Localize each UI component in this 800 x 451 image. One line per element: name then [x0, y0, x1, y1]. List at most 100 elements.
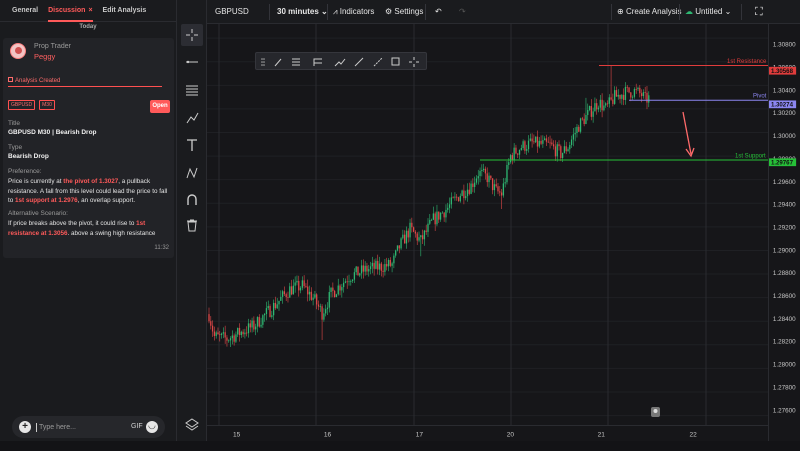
- candle-body: [312, 297, 314, 300]
- candle-body: [348, 281, 350, 283]
- candle-body: [572, 134, 575, 140]
- pencil-icon[interactable]: [274, 58, 282, 67]
- preference-text-1: Price is currently at: [8, 178, 64, 185]
- candle-body: [533, 141, 535, 143]
- layers-icon[interactable]: [181, 413, 203, 435]
- message-input[interactable]: Type here...: [36, 423, 76, 432]
- candle-body: [439, 213, 442, 220]
- candle-body: [513, 147, 515, 160]
- drawing-toolbar-icons[interactable]: [256, 53, 428, 71]
- document-dropdown[interactable]: ☁ Untitled ⌄: [685, 0, 731, 24]
- channel-icon[interactable]: [313, 58, 322, 66]
- brush-tool-icon[interactable]: [181, 107, 203, 129]
- candle-body: [278, 300, 280, 305]
- candle-body: [263, 313, 266, 316]
- interval-label: 30 minutes: [277, 7, 319, 16]
- emoji-icon[interactable]: [146, 420, 158, 433]
- idea-icon[interactable]: [651, 407, 660, 417]
- user-name[interactable]: Peggy: [34, 52, 55, 61]
- candle-body: [475, 178, 478, 183]
- candle-body: [585, 115, 587, 125]
- redo-icon[interactable]: ↷: [459, 0, 466, 24]
- crosshair-tool-icon[interactable]: [181, 24, 203, 46]
- y-tick-label: 1.30800: [773, 42, 796, 49]
- tab-general[interactable]: General: [12, 0, 38, 22]
- avatar[interactable]: [10, 43, 26, 59]
- brush-icon[interactable]: [334, 58, 346, 67]
- fib-tool-icon[interactable]: [181, 79, 203, 101]
- candle-body: [386, 264, 388, 267]
- candle-body: [432, 213, 435, 220]
- candle-body: [387, 259, 390, 267]
- settings-label: Settings: [394, 7, 424, 16]
- trash-icon[interactable]: [181, 214, 203, 236]
- price-chart[interactable]: 1st Resistance Pivot 1st Support: [207, 24, 768, 441]
- toolbar-divider: [741, 4, 742, 20]
- candle-body: [499, 191, 501, 193]
- level-label: Pivot: [753, 94, 767, 100]
- candle-body: [466, 189, 469, 197]
- candle-body: [474, 182, 476, 187]
- analysis-type: Bearish Drop: [8, 153, 49, 160]
- pivot-highlight: the pivot of 1.3027: [63, 178, 119, 185]
- candle-body: [396, 245, 399, 251]
- candle-body: [280, 296, 282, 301]
- discussion-panel: General Discussion × Edit Analysis Today …: [0, 0, 177, 451]
- tab-edit-analysis[interactable]: Edit Analysis: [103, 0, 147, 22]
- price-tag-label: 1.29767: [771, 159, 794, 166]
- candle-body: [303, 280, 305, 287]
- fullscreen-icon[interactable]: ⛶: [755, 0, 763, 24]
- chart-icon: [8, 77, 13, 82]
- candle-body: [538, 140, 540, 147]
- y-tick-label: 1.30000: [773, 133, 796, 140]
- level-label: 1st Support: [735, 153, 766, 159]
- rectangle-icon[interactable]: [391, 57, 400, 66]
- candle-body: [481, 169, 483, 172]
- candle-body: [472, 183, 474, 187]
- candle-body: [326, 307, 329, 310]
- text-tool-icon[interactable]: [181, 134, 203, 156]
- candle-body: [253, 320, 255, 330]
- interval-dropdown[interactable]: 30 minutes ⌄: [277, 0, 328, 24]
- tab-discussion[interactable]: Discussion ×: [48, 0, 93, 22]
- ray-icon[interactable]: [373, 57, 383, 67]
- candle-body: [290, 286, 293, 295]
- candle-body: [272, 302, 275, 316]
- crosshair-icon[interactable]: [409, 57, 419, 67]
- candle-body: [317, 304, 320, 307]
- open-button[interactable]: Open: [150, 100, 170, 113]
- settings-button[interactable]: ⚙ Settings: [385, 0, 423, 24]
- candle-body: [407, 230, 409, 238]
- drag-handle-icon[interactable]: [261, 58, 265, 66]
- candle-body: [617, 94, 619, 97]
- gif-button[interactable]: GIF: [131, 423, 143, 430]
- create-analysis-button[interactable]: ⊕ Create Analysis: [617, 0, 682, 24]
- candle-body: [364, 265, 366, 272]
- magnet-icon[interactable]: [181, 189, 203, 211]
- candle-body: [436, 211, 438, 225]
- undo-icon[interactable]: ↶: [435, 0, 442, 24]
- candle-body: [391, 263, 393, 266]
- x-tick-label: 16: [324, 431, 332, 438]
- pattern-tool-icon[interactable]: [181, 162, 203, 184]
- candle-body: [310, 291, 312, 300]
- trendline-icon[interactable]: [354, 57, 364, 67]
- indicators-button[interactable]: ⩘ Indicators: [333, 0, 374, 24]
- close-icon[interactable]: ×: [88, 7, 92, 14]
- fib-icon[interactable]: [292, 58, 300, 66]
- candle-body: [287, 297, 289, 298]
- candle-body: [350, 281, 352, 282]
- add-attachment-icon[interactable]: +: [19, 421, 31, 433]
- line-tool-icon[interactable]: [181, 51, 203, 73]
- candle-body: [395, 250, 397, 256]
- candle-body: [594, 103, 596, 112]
- candle-body: [491, 178, 494, 191]
- candle-body: [504, 182, 506, 184]
- time-axis[interactable]: 15 16 17 20 21 22: [207, 425, 768, 441]
- price-axis[interactable]: 1.308001.306001.304001.302001.300001.298…: [768, 24, 800, 441]
- symbol-selector[interactable]: GBPUSD: [215, 0, 249, 24]
- candle-body: [445, 209, 447, 218]
- candle-body: [208, 314, 210, 322]
- candle-body: [334, 290, 336, 298]
- y-tick-label: 1.28000: [773, 362, 796, 369]
